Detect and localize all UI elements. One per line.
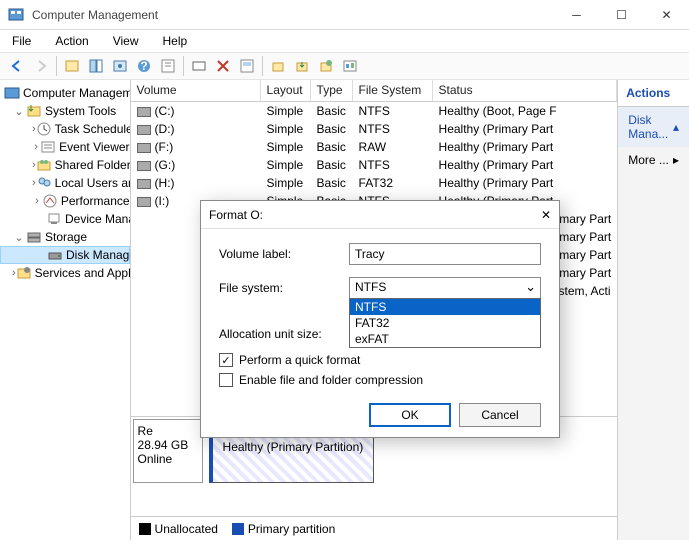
format-dialog: Format O: ✕ Volume label: File system: N… (200, 200, 560, 438)
menu-file[interactable]: File (8, 32, 35, 50)
toolbar-icon[interactable] (85, 55, 107, 77)
menu-help[interactable]: Help (159, 32, 192, 50)
maximize-button[interactable]: ☐ (599, 0, 644, 30)
chevron-right-icon: ▸ (673, 153, 679, 167)
collapse-icon: ▴ (673, 120, 679, 134)
compression-row[interactable]: Enable file and folder compression (219, 373, 541, 387)
tree-disk-management[interactable]: Disk Management (0, 246, 130, 264)
swatch-unallocated (139, 523, 151, 535)
tree-performance[interactable]: ›Performance (0, 192, 130, 210)
col-volume[interactable]: Volume (131, 80, 261, 101)
tree-shared-folders[interactable]: ›Shared Folders (0, 156, 130, 174)
menubar: File Action View Help (0, 30, 689, 52)
actions-more[interactable]: More ...▸ (618, 147, 689, 173)
quick-format-checkbox[interactable]: ✓ (219, 353, 233, 367)
volume-row[interactable]: (F:)SimpleBasicRAWHealthy (Primary Part (131, 138, 618, 156)
back-button[interactable] (6, 55, 28, 77)
toolbar-icon[interactable] (339, 55, 361, 77)
volume-row[interactable]: (C:)SimpleBasicNTFSHealthy (Boot, Page F (131, 102, 618, 120)
tree-system-tools[interactable]: ⌄System Tools (0, 102, 130, 120)
toolbar: ? (0, 52, 689, 80)
menu-view[interactable]: View (109, 32, 143, 50)
cancel-button[interactable]: Cancel (459, 403, 541, 427)
volume-label-lbl: Volume label: (219, 247, 349, 261)
disk-label[interactable]: Re 28.94 GB Online (133, 419, 203, 483)
file-system-dropdown: NTFS FAT32 exFAT (349, 298, 541, 348)
toolbar-icon[interactable] (157, 55, 179, 77)
volume-row[interactable]: (G:)SimpleBasicNTFSHealthy (Primary Part (131, 156, 618, 174)
volume-row[interactable]: (H:)SimpleBasicFAT32Healthy (Primary Par… (131, 174, 618, 192)
dialog-titlebar: Format O: ✕ (201, 201, 559, 229)
col-layout[interactable]: Layout (261, 80, 311, 101)
ok-button[interactable]: OK (369, 403, 451, 427)
col-filesystem[interactable]: File System (353, 80, 433, 101)
menu-action[interactable]: Action (51, 32, 92, 50)
tree-root[interactable]: Computer Management (L (0, 84, 130, 102)
compression-checkbox[interactable] (219, 373, 233, 387)
toolbar-icon[interactable] (315, 55, 337, 77)
actions-header: Actions (618, 80, 689, 107)
toolbar-icon[interactable] (236, 55, 258, 77)
col-type[interactable]: Type (311, 80, 353, 101)
alloc-size-lbl: Allocation unit size: (219, 327, 349, 341)
actions-pane: Actions Disk Mana...▴ More ...▸ (618, 80, 689, 540)
fs-option-fat32[interactable]: FAT32 (350, 315, 540, 331)
toolbar-icon[interactable] (109, 55, 131, 77)
fs-option-exfat[interactable]: exFAT (350, 331, 540, 347)
file-system-lbl: File system: (219, 281, 349, 295)
col-status[interactable]: Status (433, 80, 618, 101)
actions-disk-mana[interactable]: Disk Mana...▴ (618, 107, 689, 147)
app-icon (8, 7, 24, 23)
toolbar-icon[interactable] (188, 55, 210, 77)
dialog-close-button[interactable]: ✕ (541, 208, 551, 222)
dialog-title: Format O: (209, 208, 541, 222)
toolbar-icon[interactable] (291, 55, 313, 77)
close-button[interactable]: ✕ (644, 0, 689, 30)
tree-local-users[interactable]: ›Local Users and Gro (0, 174, 130, 192)
delete-icon[interactable] (212, 55, 234, 77)
volume-row[interactable]: (D:)SimpleBasicNTFSHealthy (Primary Part (131, 120, 618, 138)
volume-label-input[interactable] (349, 243, 541, 265)
tree-storage[interactable]: ⌄Storage (0, 228, 130, 246)
toolbar-icon[interactable] (267, 55, 289, 77)
fs-option-ntfs[interactable]: NTFS (350, 299, 540, 315)
titlebar: Computer Management ─ ☐ ✕ (0, 0, 689, 30)
svg-text:?: ? (140, 59, 147, 73)
tree-pane: Computer Management (L ⌄System Tools ›Ta… (0, 80, 131, 540)
tree-services[interactable]: ›Services and Applicatio (0, 264, 130, 282)
legend: Unallocated Primary partition (131, 516, 618, 540)
tree-task-scheduler[interactable]: ›Task Scheduler (0, 120, 130, 138)
tree-event-viewer[interactable]: ›Event Viewer (0, 138, 130, 156)
swatch-primary (232, 523, 244, 535)
forward-button[interactable] (30, 55, 52, 77)
file-system-combo[interactable]: NTFS (349, 277, 541, 299)
toolbar-icon[interactable] (61, 55, 83, 77)
quick-format-row[interactable]: ✓ Perform a quick format (219, 353, 541, 367)
grid-header: Volume Layout Type File System Status (131, 80, 618, 102)
help-icon[interactable]: ? (133, 55, 155, 77)
window-title: Computer Management (32, 8, 554, 22)
minimize-button[interactable]: ─ (554, 0, 599, 30)
tree-device-manager[interactable]: Device Manager (0, 210, 130, 228)
